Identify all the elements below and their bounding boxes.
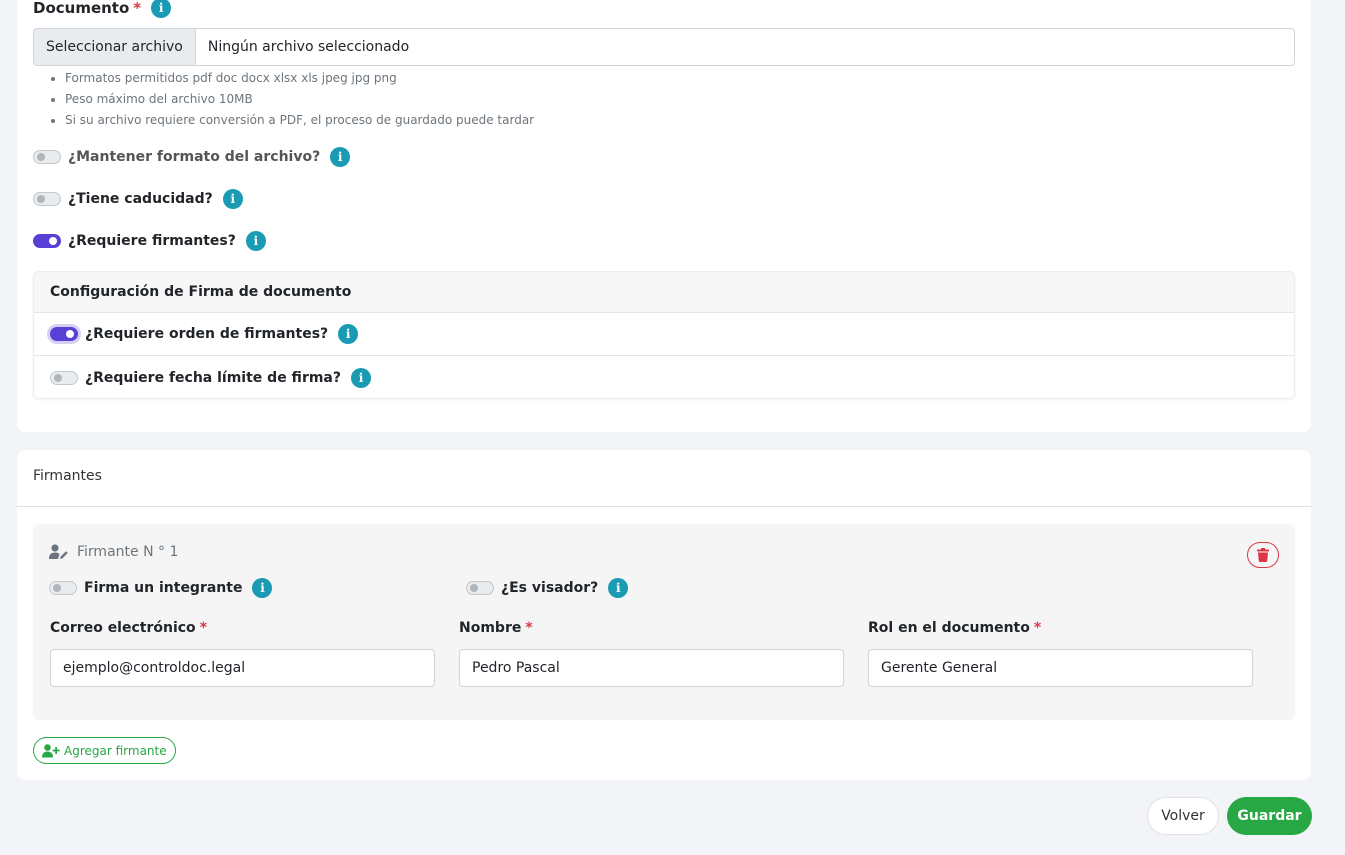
info-icon[interactable]: i — [338, 324, 359, 344]
signer-heading-text: Firmante N ° 1 — [77, 544, 179, 560]
file-status: Ningún archivo seleccionado — [207, 39, 410, 55]
info-icon[interactable]: i — [330, 147, 351, 167]
deadline-label: ¿Requiere fecha límite de firma? — [85, 369, 341, 386]
add-signer-button[interactable]: Agregar firmante — [33, 737, 176, 764]
info-icon[interactable]: i — [252, 578, 273, 598]
user-plus-icon — [42, 743, 60, 757]
expiry-label: ¿Tiene caducidad? — [68, 191, 213, 207]
delete-signer-button[interactable] — [1247, 542, 1279, 568]
hint-item: Formatos permitidos pdf doc docx xlsx xl… — [65, 68, 534, 89]
name-field[interactable] — [459, 649, 844, 687]
info-icon[interactable]: i — [245, 231, 266, 251]
signer-order-toggle[interactable] — [50, 327, 78, 341]
signature-config-title: Configuración de Firma de documento — [34, 272, 1294, 313]
viewer-row: ¿Es visador? i — [466, 578, 629, 598]
trash-icon — [1257, 548, 1269, 562]
name-label: Nombre * — [459, 620, 533, 636]
expiry-toggle[interactable] — [33, 192, 61, 206]
signature-config-panel: Configuración de Firma de documento ¿Req… — [33, 271, 1295, 399]
role-field[interactable] — [868, 649, 1253, 687]
keep-format-label: ¿Mantener formato del archivo? — [68, 149, 321, 165]
signers-required-row: ¿Requiere firmantes? i — [33, 231, 266, 251]
save-button[interactable]: Guardar — [1227, 797, 1312, 835]
email-field[interactable] — [50, 649, 435, 687]
expiry-row: ¿Tiene caducidad? i — [33, 189, 243, 209]
viewer-toggle[interactable] — [466, 581, 494, 595]
info-icon[interactable]: i — [151, 0, 172, 18]
info-icon[interactable]: i — [351, 367, 371, 388]
signer-block: Firmante N ° 1 Firma un integrante i ¿Es… — [33, 524, 1295, 720]
email-label: Correo electrónico * — [50, 620, 208, 636]
back-button[interactable]: Volver — [1147, 797, 1219, 835]
signer-order-label: ¿Requiere orden de firmantes? — [85, 326, 329, 342]
signers-card: Firmantes Firmante N ° 1 Firma un integr… — [17, 450, 1311, 780]
divider — [17, 506, 1311, 507]
hint-item: Peso máximo del archivo 10MB — [65, 89, 534, 110]
info-icon[interactable]: i — [222, 189, 243, 209]
keep-format-toggle[interactable] — [33, 150, 61, 164]
file-hints: Formatos permitidos pdf doc docx xlsx xl… — [65, 68, 534, 131]
user-edit-icon — [49, 544, 68, 559]
signer-order-row: ¿Requiere orden de firmantes? i — [34, 313, 1294, 356]
document-card: Documento * i Seleccionar archivo Ningún… — [17, 0, 1311, 432]
member-sign-toggle[interactable] — [49, 581, 77, 595]
document-label: Documento * i — [33, 0, 172, 18]
file-input[interactable]: Seleccionar archivo Ningún archivo selec… — [33, 28, 1295, 66]
signers-required-label: ¿Requiere firmantes? — [68, 233, 236, 249]
deadline-toggle[interactable] — [50, 370, 78, 385]
keep-format-row: ¿Mantener formato del archivo? i — [33, 147, 351, 167]
select-file-button[interactable]: Seleccionar archivo — [34, 29, 196, 65]
member-sign-label: Firma un integrante — [84, 580, 243, 596]
deadline-row: ¿Requiere fecha límite de firma? i — [34, 356, 1294, 398]
viewer-label: ¿Es visador? — [501, 580, 599, 596]
hint-item: Si su archivo requiere conversión a PDF,… — [65, 110, 534, 131]
add-signer-label: Agregar firmante — [64, 743, 167, 758]
signers-required-toggle[interactable] — [33, 234, 61, 248]
signers-title: Firmantes — [33, 468, 102, 484]
info-icon[interactable]: i — [608, 578, 629, 598]
signer-heading: Firmante N ° 1 — [49, 544, 178, 560]
role-label: Rol en el documento * — [868, 620, 1042, 636]
required-mark: * — [133, 0, 142, 17]
member-sign-row: Firma un integrante i — [49, 578, 273, 598]
